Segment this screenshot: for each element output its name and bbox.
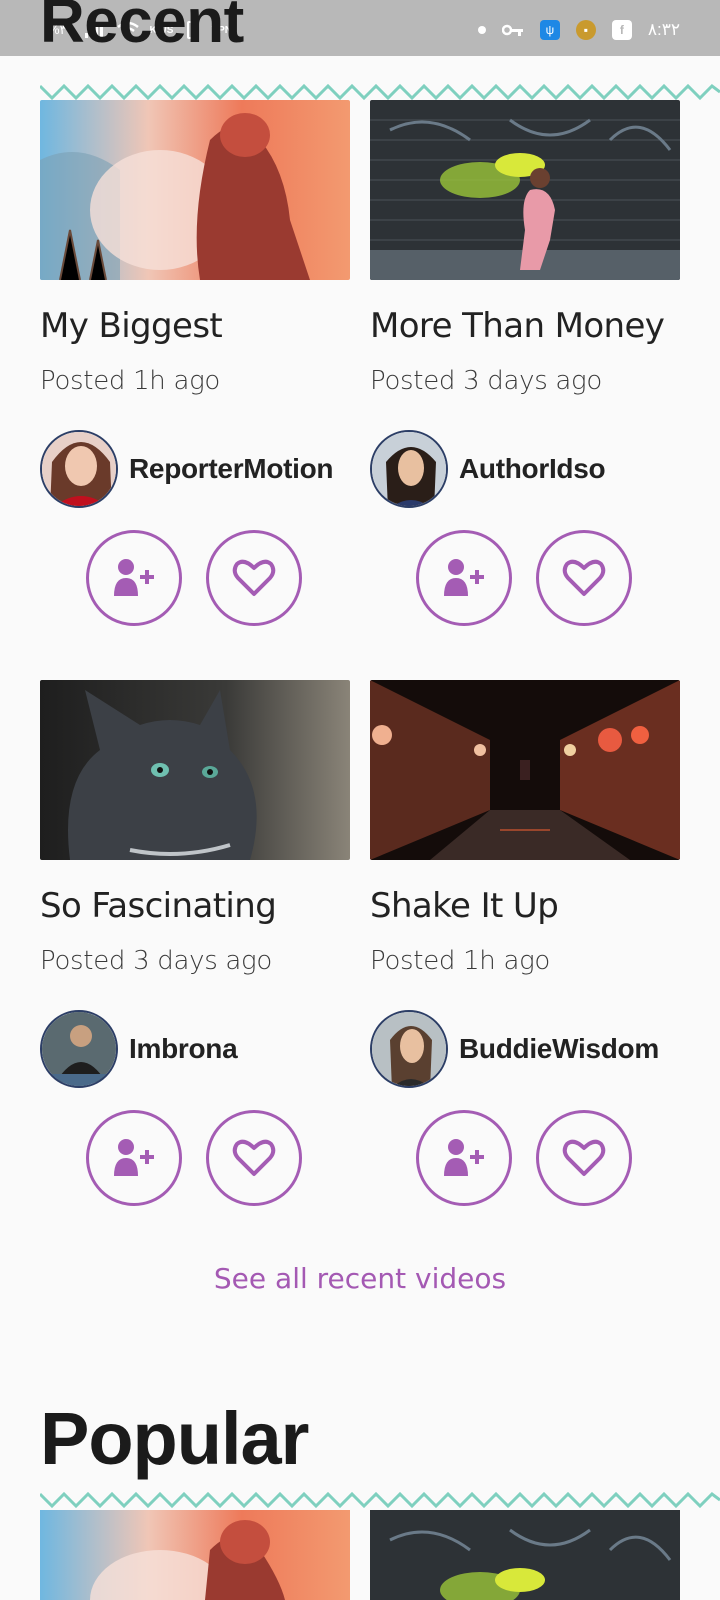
follow-button[interactable] [416, 1110, 512, 1206]
zigzag-divider [40, 1491, 720, 1509]
like-button[interactable] [536, 530, 632, 626]
video-title[interactable]: So Fascinating [40, 886, 277, 926]
add-user-icon [444, 559, 484, 596]
author-name[interactable]: BuddieWisdom [459, 1033, 659, 1065]
author-row[interactable]: BuddieWisdom [370, 1010, 659, 1088]
video-card[interactable]: Shake It Up Posted 1h ago BuddieWisdom [370, 680, 680, 1206]
app-notification-icon: ▪ [575, 20, 596, 40]
heart-icon [232, 1139, 276, 1176]
video-thumbnail[interactable] [40, 1510, 350, 1600]
posted-time: Posted 1h ago [370, 946, 550, 976]
avatar[interactable] [370, 1010, 448, 1088]
video-thumbnail[interactable] [370, 680, 680, 860]
video-thumbnail[interactable] [370, 100, 680, 280]
video-thumbnail[interactable] [40, 100, 350, 280]
card-actions [416, 530, 632, 626]
status-right: ψ ▪ f ٨:٣٢ [477, 20, 680, 40]
video-card[interactable]: My Biggest Posted 1h ago ReporterMotion [40, 100, 350, 626]
heart-icon [562, 1139, 606, 1176]
author-row[interactable]: ReporterMotion [40, 430, 334, 508]
video-card[interactable]: So Fascinating Posted 3 days ago Imbrona [40, 680, 350, 1206]
facebook-icon: f [611, 20, 632, 40]
like-button[interactable] [536, 1110, 632, 1206]
recent-heading: Recent [40, 0, 244, 56]
popular-heading: Popular [40, 1397, 309, 1480]
avatar[interactable] [40, 1010, 118, 1088]
author-name[interactable]: ReporterMotion [129, 453, 334, 485]
key-icon [501, 24, 523, 36]
heart-icon [562, 559, 606, 596]
see-all-recent-link[interactable]: See all recent videos [0, 1262, 720, 1295]
video-title[interactable]: My Biggest [40, 306, 223, 346]
like-button[interactable] [206, 1110, 302, 1206]
card-actions [86, 1110, 302, 1206]
follow-button[interactable] [416, 530, 512, 626]
video-card[interactable]: More Than Money Posted 3 days ago Author… [370, 100, 680, 626]
video-title[interactable]: More Than Money [370, 306, 665, 346]
add-user-icon [114, 1139, 154, 1176]
avatar[interactable] [370, 430, 448, 508]
author-row[interactable]: Imbrona [40, 1010, 238, 1088]
usb-icon: ψ [539, 20, 560, 40]
posted-time: Posted 1h ago [40, 366, 220, 396]
author-row[interactable]: AuthorIdso [370, 430, 606, 508]
clock: ٨:٣٢ [647, 20, 680, 39]
posted-time: Posted 3 days ago [40, 946, 272, 976]
like-button[interactable] [206, 530, 302, 626]
follow-button[interactable] [86, 1110, 182, 1206]
video-thumbnail[interactable] [40, 680, 350, 860]
card-actions [416, 1110, 632, 1206]
dot-icon [477, 26, 486, 34]
avatar[interactable] [40, 430, 118, 508]
author-name[interactable]: Imbrona [129, 1033, 238, 1065]
card-actions [86, 530, 302, 626]
video-title[interactable]: Shake It Up [370, 886, 559, 926]
follow-button[interactable] [86, 530, 182, 626]
add-user-icon [114, 559, 154, 596]
add-user-icon [444, 1139, 484, 1176]
author-name[interactable]: AuthorIdso [459, 453, 606, 485]
heart-icon [232, 559, 276, 596]
posted-time: Posted 3 days ago [370, 366, 602, 396]
video-thumbnail[interactable] [370, 1510, 680, 1600]
